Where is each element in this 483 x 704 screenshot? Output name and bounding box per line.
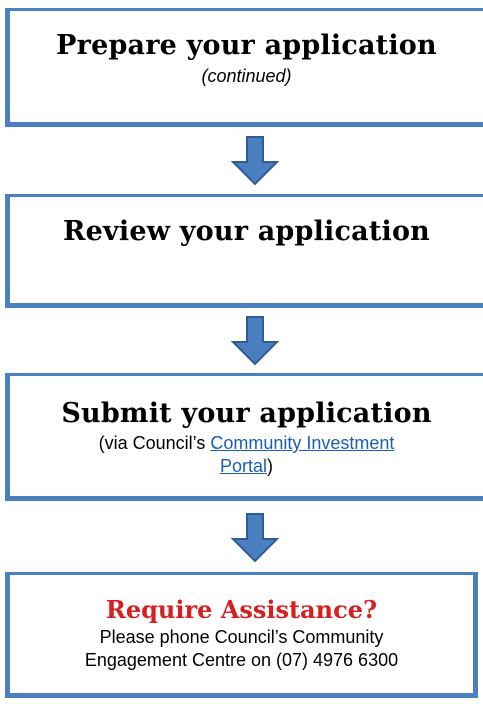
review-application-box: Review your application (5, 194, 483, 308)
submit-application-title: Submit your application (61, 398, 432, 429)
assistance-line1: Please phone Council’s Community (99, 627, 384, 647)
submit-note-suffix: ) (267, 456, 274, 476)
prepare-application-box: Prepare your application (continued) (5, 8, 483, 127)
submit-application-note: (via Council’s Community Investment Porta… (10, 432, 483, 478)
submit-application-box: Submit your application (via Council’s C… (5, 373, 483, 501)
prepare-application-subtitle: (continued) (201, 66, 292, 86)
community-investment-portal-link[interactable]: Community Investment Portal (210, 433, 394, 476)
assistance-line2: Engagement Centre on (07) 4976 6300 (84, 650, 399, 670)
down-arrow-icon (231, 513, 279, 563)
down-arrow-icon (231, 316, 279, 366)
assistance-box: Require Assistance? Please phone Council… (5, 572, 478, 698)
portal-link-line2[interactable]: Portal (220, 456, 267, 476)
down-arrow-icon (231, 136, 279, 186)
review-application-title: Review your application (62, 216, 430, 247)
assistance-title: Require Assistance? (105, 595, 378, 624)
submit-note-prefix: (via Council’s (98, 433, 211, 453)
prepare-application-title: Prepare your application (56, 30, 437, 61)
portal-link-line1[interactable]: Community Investment (210, 433, 394, 453)
